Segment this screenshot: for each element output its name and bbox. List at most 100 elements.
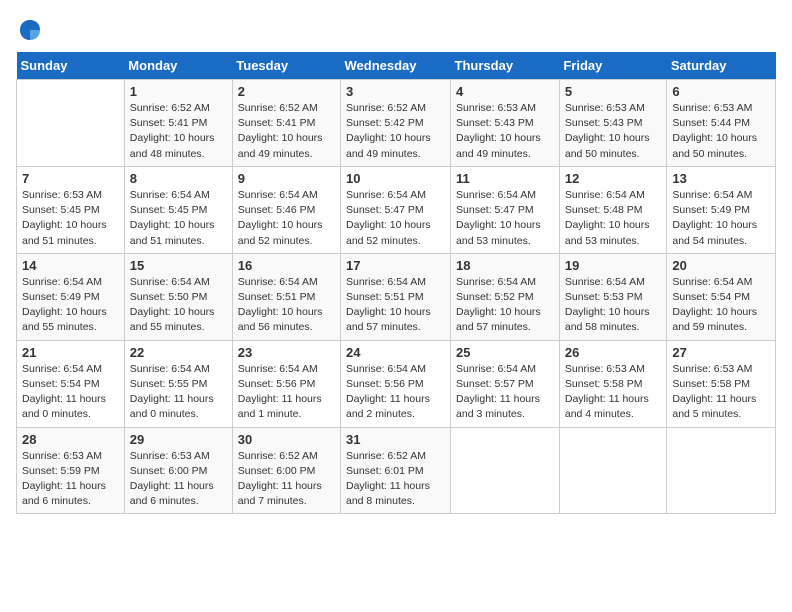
day-number: 3 [346,84,445,99]
day-number: 7 [22,171,119,186]
day-number: 28 [22,432,119,447]
calendar-cell: 14 Sunrise: 6:54 AM Sunset: 5:49 PM Dayli… [17,253,125,340]
day-number: 15 [130,258,227,273]
day-header-saturday: Saturday [667,52,776,80]
day-info: Sunrise: 6:53 AM Sunset: 5:43 PM Dayligh… [565,101,662,162]
calendar-cell: 1Sunrise: 6:52 AM Sunset: 5:41 PM Daylig… [124,80,232,167]
calendar-cell [17,80,125,167]
calendar-week-row: 21 Sunrise: 6:54 AM Sunset: 5:54 PM Dayli… [17,340,776,427]
calendar-cell [559,427,667,514]
day-info: Sunrise: 6:52 AM Sunset: 5:41 PM Dayligh… [238,101,335,162]
calendar-week-row: 7 Sunrise: 6:53 AM Sunset: 5:45 PM Daylig… [17,166,776,253]
day-number: 14 [22,258,119,273]
day-info: Sunrise: 6:52 AM Sunset: 6:00 PM Dayligh… [238,449,335,510]
day-number: 26 [565,345,662,360]
calendar-cell: 6Sunrise: 6:53 AM Sunset: 5:44 PM Daylig… [667,80,776,167]
calendar-cell: 24 Sunrise: 6:54 AM Sunset: 5:56 PM Dayli… [341,340,451,427]
calendar-cell: 27 Sunrise: 6:53 AM Sunset: 5:58 PM Dayli… [667,340,776,427]
calendar-cell: 10Sunrise: 6:54 AM Sunset: 5:47 PM Dayli… [341,166,451,253]
day-info: Sunrise: 6:54 AM Sunset: 5:46 PM Dayligh… [238,188,335,249]
calendar-cell: 22 Sunrise: 6:54 AM Sunset: 5:55 PM Dayli… [124,340,232,427]
day-number: 6 [672,84,770,99]
calendar-cell [667,427,776,514]
day-header-friday: Friday [559,52,667,80]
calendar-cell: 30 Sunrise: 6:52 AM Sunset: 6:00 PM Dayli… [232,427,340,514]
calendar-cell: 17 Sunrise: 6:54 AM Sunset: 5:51 PM Dayli… [341,253,451,340]
day-header-wednesday: Wednesday [341,52,451,80]
calendar-cell [451,427,560,514]
day-number: 23 [238,345,335,360]
day-number: 22 [130,345,227,360]
calendar-cell: 21 Sunrise: 6:54 AM Sunset: 5:54 PM Dayli… [17,340,125,427]
day-info: Sunrise: 6:54 AM Sunset: 5:47 PM Dayligh… [456,188,554,249]
calendar-cell: 8 Sunrise: 6:54 AM Sunset: 5:45 PM Daylig… [124,166,232,253]
calendar-cell: 26 Sunrise: 6:53 AM Sunset: 5:58 PM Dayli… [559,340,667,427]
day-info: Sunrise: 6:52 AM Sunset: 5:42 PM Dayligh… [346,101,445,162]
day-number: 29 [130,432,227,447]
day-number: 1 [130,84,227,99]
calendar-cell: 15 Sunrise: 6:54 AM Sunset: 5:50 PM Dayli… [124,253,232,340]
day-number: 30 [238,432,335,447]
calendar-cell: 5 Sunrise: 6:53 AM Sunset: 5:43 PM Daylig… [559,80,667,167]
calendar-cell: 7 Sunrise: 6:53 AM Sunset: 5:45 PM Daylig… [17,166,125,253]
page-header [16,16,776,44]
day-info: Sunrise: 6:54 AM Sunset: 5:48 PM Dayligh… [565,188,662,249]
calendar-week-row: 1 Sunrise: 6:52 AM Sunset: 5:41 PM Daylig… [17,80,776,167]
day-number: 13 [672,171,770,186]
day-number: 18 [456,258,554,273]
calendar-cell: 16 Sunrise: 6:54 AM Sunset: 5:51 PM Dayli… [232,253,340,340]
calendar-week-row: 14 Sunrise: 6:54 AM Sunset: 5:49 PM Dayli… [17,253,776,340]
day-info: Sunrise: 6:54 AM Sunset: 5:53 PM Dayligh… [565,275,662,336]
day-number: 20 [672,258,770,273]
logo [16,16,48,44]
calendar-cell: 20 Sunrise: 6:54 AM Sunset: 5:54 PM Dayli… [667,253,776,340]
day-info: Sunrise: 6:54 AM Sunset: 5:49 PM Dayligh… [22,275,119,336]
day-number: 12 [565,171,662,186]
day-info: Sunrise: 6:54 AM Sunset: 5:54 PM Dayligh… [672,275,770,336]
calendar-cell: 25Sunrise: 6:54 AM Sunset: 5:57 PM Dayli… [451,340,560,427]
day-number: 8 [130,171,227,186]
calendar-table: SundayMondayTuesdayWednesdayThursdayFrid… [16,52,776,514]
day-number: 11 [456,171,554,186]
calendar-cell: 4Sunrise: 6:53 AM Sunset: 5:43 PM Daylig… [451,80,560,167]
calendar-week-row: 28 Sunrise: 6:53 AM Sunset: 5:59 PM Dayli… [17,427,776,514]
day-info: Sunrise: 6:53 AM Sunset: 5:59 PM Dayligh… [22,449,119,510]
day-number: 21 [22,345,119,360]
day-header-monday: Monday [124,52,232,80]
day-number: 19 [565,258,662,273]
day-info: Sunrise: 6:54 AM Sunset: 5:55 PM Dayligh… [130,362,227,423]
day-number: 2 [238,84,335,99]
day-info: Sunrise: 6:54 AM Sunset: 5:54 PM Dayligh… [22,362,119,423]
day-info: Sunrise: 6:53 AM Sunset: 6:00 PM Dayligh… [130,449,227,510]
day-number: 27 [672,345,770,360]
day-info: Sunrise: 6:54 AM Sunset: 5:57 PM Dayligh… [456,362,554,423]
day-info: Sunrise: 6:53 AM Sunset: 5:58 PM Dayligh… [672,362,770,423]
day-info: Sunrise: 6:54 AM Sunset: 5:50 PM Dayligh… [130,275,227,336]
calendar-cell: 23Sunrise: 6:54 AM Sunset: 5:56 PM Dayli… [232,340,340,427]
day-number: 5 [565,84,662,99]
day-number: 9 [238,171,335,186]
day-header-tuesday: Tuesday [232,52,340,80]
day-info: Sunrise: 6:54 AM Sunset: 5:51 PM Dayligh… [346,275,445,336]
day-number: 16 [238,258,335,273]
calendar-cell: 18Sunrise: 6:54 AM Sunset: 5:52 PM Dayli… [451,253,560,340]
day-header-thursday: Thursday [451,52,560,80]
day-info: Sunrise: 6:54 AM Sunset: 5:56 PM Dayligh… [346,362,445,423]
day-info: Sunrise: 6:54 AM Sunset: 5:51 PM Dayligh… [238,275,335,336]
calendar-cell: 28 Sunrise: 6:53 AM Sunset: 5:59 PM Dayli… [17,427,125,514]
calendar-cell: 2 Sunrise: 6:52 AM Sunset: 5:41 PM Daylig… [232,80,340,167]
calendar-cell: 13Sunrise: 6:54 AM Sunset: 5:49 PM Dayli… [667,166,776,253]
calendar-cell: 19 Sunrise: 6:54 AM Sunset: 5:53 PM Dayli… [559,253,667,340]
day-info: Sunrise: 6:53 AM Sunset: 5:45 PM Dayligh… [22,188,119,249]
day-header-sunday: Sunday [17,52,125,80]
day-number: 24 [346,345,445,360]
logo-icon [16,16,44,44]
day-info: Sunrise: 6:53 AM Sunset: 5:43 PM Dayligh… [456,101,554,162]
day-number: 17 [346,258,445,273]
day-info: Sunrise: 6:54 AM Sunset: 5:45 PM Dayligh… [130,188,227,249]
calendar-cell: 29 Sunrise: 6:53 AM Sunset: 6:00 PM Dayli… [124,427,232,514]
calendar-cell: 11 Sunrise: 6:54 AM Sunset: 5:47 PM Dayli… [451,166,560,253]
day-info: Sunrise: 6:53 AM Sunset: 5:58 PM Dayligh… [565,362,662,423]
calendar-cell: 9 Sunrise: 6:54 AM Sunset: 5:46 PM Daylig… [232,166,340,253]
calendar-cell: 12 Sunrise: 6:54 AM Sunset: 5:48 PM Dayli… [559,166,667,253]
